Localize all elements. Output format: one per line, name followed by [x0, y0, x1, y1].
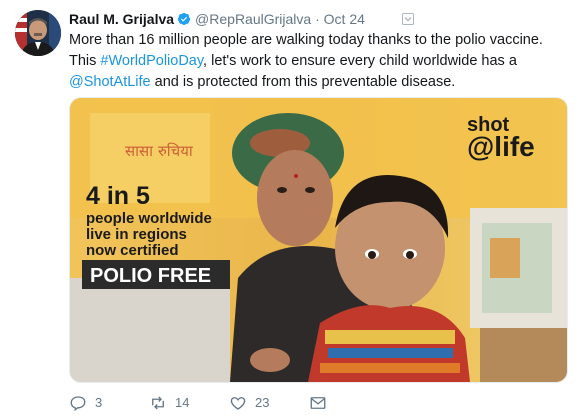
media-photo: सासा रुचिया shot @life 4 in 5 people wor… [70, 98, 567, 382]
tweet-actions: 3 14 23 [69, 393, 369, 413]
reply-icon [70, 396, 86, 412]
tweet-text: More than 16 million people are walking … [69, 30, 565, 93]
stat-line-1: people worldwide [86, 210, 212, 227]
envelope-icon [310, 397, 326, 409]
heart-icon [230, 397, 246, 410]
stat-line-2: live in regions [86, 226, 187, 243]
header-separator: · [315, 11, 320, 27]
tweet-media[interactable]: सासा रुचिया shot @life 4 in 5 people wor… [69, 97, 568, 383]
reply-count: 3 [95, 395, 103, 410]
like-count: 23 [255, 395, 270, 410]
verified-badge-icon [177, 12, 191, 26]
reply-button[interactable]: 3 [69, 393, 102, 413]
stat-headline: 4 in 5 [86, 182, 150, 210]
stat-badge: POLIO FREE [90, 265, 211, 287]
chevron-down-icon[interactable] [402, 13, 414, 25]
tweet-date[interactable]: Oct 24 [324, 11, 365, 27]
stat-line-3: now certified [86, 242, 179, 259]
mention-link[interactable]: @ShotAtLife [69, 74, 151, 90]
tweet-header: Raul M. Grijalva @RepRaulGrijalva · Oct 2… [69, 10, 569, 28]
retweet-count: 14 [175, 395, 190, 410]
hashtag-link[interactable]: #WorldPolioDay [100, 53, 203, 69]
tweet-text-part: , let's work to ensure every child world… [203, 53, 517, 69]
message-button[interactable] [309, 393, 335, 413]
avatar-image [15, 10, 61, 56]
author-handle[interactable]: @RepRaulGrijalva [195, 11, 311, 27]
banner-text: सासा रुचिया [125, 142, 194, 160]
like-button[interactable]: 23 [229, 393, 269, 413]
tweet-text-part: and is protected from this preventable d… [150, 74, 456, 90]
author-name[interactable]: Raul M. Grijalva [69, 11, 174, 27]
retweet-icon [152, 396, 164, 410]
avatar[interactable] [15, 10, 61, 56]
brand-logo-bottom: @life [467, 131, 535, 162]
retweet-button[interactable]: 14 [149, 393, 189, 413]
